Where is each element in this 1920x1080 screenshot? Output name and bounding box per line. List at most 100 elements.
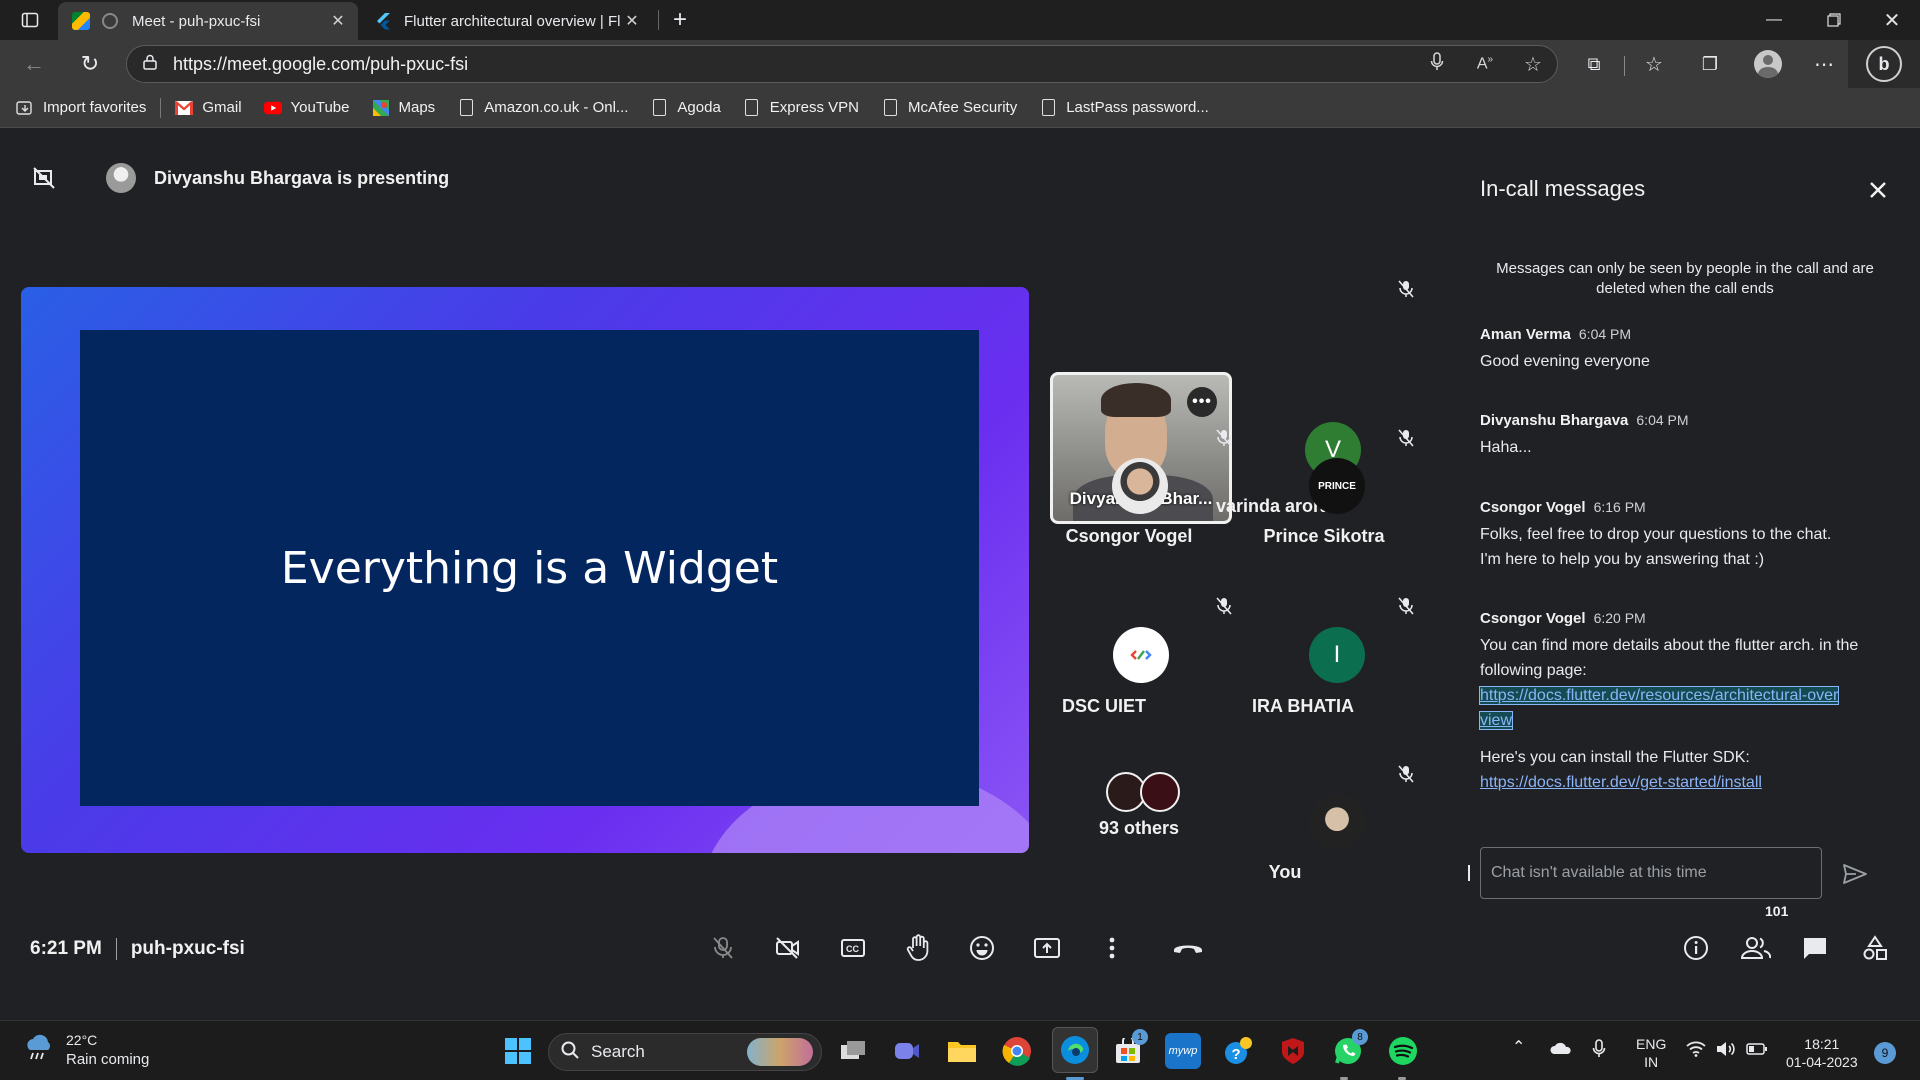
collections-icon[interactable]: ❐: [1694, 48, 1726, 80]
meeting-details-icon[interactable]: [1676, 928, 1716, 968]
lock-icon[interactable]: [127, 54, 173, 74]
message-text: Folks, feel free to drop your questions …: [1480, 526, 1832, 568]
spotify-icon[interactable]: [1385, 1033, 1421, 1069]
read-aloud-icon[interactable]: A»: [1461, 54, 1509, 73]
tab-title: Flutter architectural overview | Fl: [404, 12, 621, 30]
teams-chat-icon[interactable]: [889, 1033, 925, 1069]
captions-icon[interactable]: CC: [833, 928, 873, 968]
present-screen-icon[interactable]: [1027, 928, 1067, 968]
message-time: 6:04 PM: [1636, 412, 1689, 428]
more-options-icon[interactable]: [1092, 928, 1132, 968]
microphone-off-icon[interactable]: [703, 928, 743, 968]
profile-icon[interactable]: [1752, 48, 1784, 80]
mywp-app-icon[interactable]: mywp: [1165, 1033, 1201, 1069]
raise-hand-icon[interactable]: [898, 928, 938, 968]
chrome-icon[interactable]: [999, 1033, 1035, 1069]
notification-badge[interactable]: 9: [1874, 1042, 1896, 1064]
language-indicator[interactable]: ENG IN: [1636, 1035, 1666, 1071]
weather-widget[interactable]: 22°C Rain coming: [22, 1031, 149, 1069]
restore-icon[interactable]: [1806, 0, 1862, 40]
microphone-tray-icon[interactable]: [1592, 1039, 1606, 1063]
page-icon: [650, 99, 668, 117]
camera-off-icon[interactable]: [768, 928, 808, 968]
tab-flutter[interactable]: Flutter architectural overview | Fl ✕: [362, 2, 654, 40]
message-sender: Csongor Vogel: [1480, 610, 1586, 627]
favorite-youtube[interactable]: YouTube: [263, 99, 350, 117]
meet-area: Divyanshu Bhargava is presenting Everyth…: [0, 128, 1920, 1020]
participant-tile-prince[interactable]: PRINCE Prince Sikotra: [1238, 428, 1428, 586]
participant-tile-varinda[interactable]: V varinda arora: [1216, 261, 1428, 516]
message-text: You can find more details about the flut…: [1480, 637, 1859, 679]
address-bar[interactable]: https://meet.google.com/puh-pxuc-fsi A» …: [126, 45, 1558, 83]
favorite-lastpass[interactable]: LastPass password...: [1039, 99, 1209, 117]
tab-bar: Meet - puh-pxuc-fsi ✕ Flutter architectu…: [0, 0, 1920, 40]
presenting-bar: Divyanshu Bhargava is presenting: [24, 158, 449, 198]
favorite-label: YouTube: [290, 99, 350, 116]
maps-icon: [372, 99, 390, 117]
bing-chat-icon[interactable]: b: [1866, 46, 1902, 82]
close-window-icon[interactable]: ✕: [1864, 0, 1920, 40]
file-explorer-icon[interactable]: [944, 1033, 980, 1069]
start-icon[interactable]: [500, 1033, 536, 1069]
favorite-import[interactable]: Import favorites: [16, 99, 146, 117]
close-chat-icon[interactable]: [1862, 174, 1894, 206]
participant-tile-ira[interactable]: I IRA BHATIA: [1238, 596, 1428, 754]
more-options-icon[interactable]: •••: [1187, 387, 1217, 417]
taskbar-search[interactable]: Search: [548, 1033, 822, 1071]
more-menu-icon[interactable]: ⋯: [1808, 48, 1840, 80]
meeting-info: 6:21 PM puh-pxuc-fsi: [30, 938, 245, 960]
new-tab-icon[interactable]: +: [664, 4, 696, 36]
participant-tile-you[interactable]: You: [1238, 764, 1428, 922]
store-badge: 1: [1132, 1029, 1148, 1045]
refresh-icon[interactable]: ↻: [74, 48, 106, 80]
wifi-icon[interactable]: [1686, 1041, 1706, 1061]
favorite-gmail[interactable]: Gmail: [175, 99, 242, 117]
url-text[interactable]: https://meet.google.com/puh-pxuc-fsi: [173, 54, 1413, 75]
close-tab-icon[interactable]: ✕: [328, 11, 348, 31]
emoji-reactions-icon[interactable]: [962, 928, 1002, 968]
add-favorite-icon[interactable]: ☆: [1509, 52, 1557, 77]
activities-icon[interactable]: [1855, 928, 1895, 968]
participant-tile-csongor[interactable]: Csongor Vogel: [1044, 428, 1234, 586]
favorite-maps[interactable]: Maps: [372, 99, 435, 117]
help-app-icon[interactable]: ?: [1220, 1033, 1256, 1069]
minimize-icon[interactable]: —: [1746, 0, 1802, 40]
muted-mic-icon: [1396, 764, 1416, 784]
favorite-expressvpn[interactable]: Express VPN: [743, 99, 859, 117]
system-clock[interactable]: 18:21 01-04-2023: [1786, 1035, 1858, 1071]
svg-text:?: ?: [1232, 1046, 1241, 1063]
whatsapp-badge: 8: [1352, 1029, 1368, 1045]
task-view-icon[interactable]: [835, 1033, 871, 1069]
participant-tile-dsc-uiet[interactable]: DSC UIET: [1044, 596, 1234, 754]
participant-tile-others[interactable]: 93 others: [1044, 768, 1234, 926]
meet-favicon-icon: [72, 12, 90, 30]
message-sender: Aman Verma: [1480, 326, 1571, 343]
meeting-code: puh-pxuc-fsi: [130, 938, 245, 959]
microphone-icon[interactable]: [1413, 51, 1461, 77]
people-icon[interactable]: [1736, 928, 1776, 968]
tab-meet[interactable]: Meet - puh-pxuc-fsi ✕: [58, 2, 358, 40]
edge-icon[interactable]: [1052, 1027, 1098, 1073]
leave-call-icon[interactable]: [1168, 928, 1208, 968]
participant-avatar: [1309, 794, 1365, 850]
close-tab-icon[interactable]: ✕: [622, 11, 642, 31]
message-link[interactable]: https://docs.flutter.dev/get-started/ins…: [1480, 770, 1880, 795]
favorite-agoda[interactable]: Agoda: [650, 99, 721, 117]
mcafee-icon[interactable]: [1275, 1033, 1311, 1069]
tab-actions-icon[interactable]: [14, 4, 46, 36]
chat-panel: In-call messages Messages can only be se…: [1460, 128, 1920, 1020]
favorites-icon[interactable]: ☆: [1638, 48, 1670, 80]
send-message-icon[interactable]: [1838, 857, 1872, 891]
chat-icon[interactable]: [1795, 928, 1835, 968]
favorite-amazon[interactable]: Amazon.co.uk - Onl...: [457, 99, 628, 117]
hide-presentation-icon[interactable]: [24, 158, 64, 198]
battery-icon[interactable]: [1746, 1042, 1768, 1060]
favorite-mcafee[interactable]: McAfee Security: [881, 99, 1017, 117]
message-link[interactable]: https://docs.flutter.dev/resources/archi…: [1478, 683, 1840, 733]
volume-icon[interactable]: [1716, 1041, 1736, 1061]
back-icon[interactable]: ←: [18, 48, 50, 80]
extensions-icon[interactable]: ⧉: [1578, 48, 1610, 80]
show-hidden-icons[interactable]: ⌃: [1512, 1039, 1525, 1057]
onedrive-icon[interactable]: [1550, 1041, 1572, 1059]
chat-input[interactable]: Chat isn't available at this time: [1480, 847, 1822, 899]
